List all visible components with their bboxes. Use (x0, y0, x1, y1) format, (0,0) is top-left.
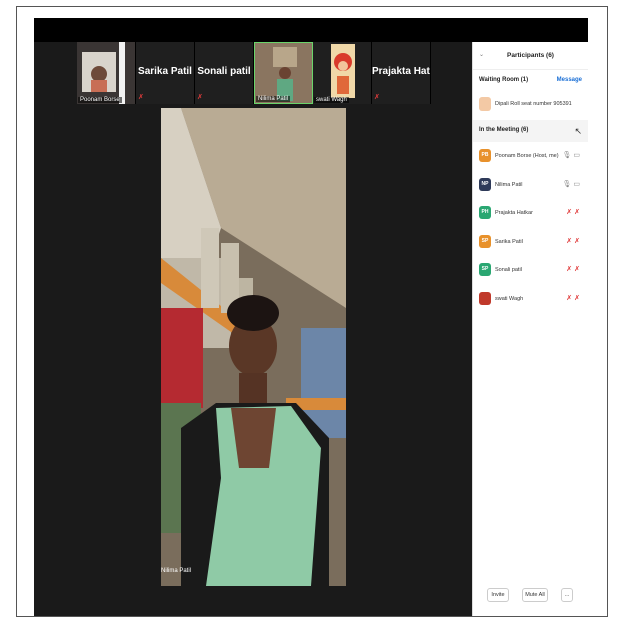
avatar: PB (479, 149, 491, 162)
invite-button[interactable]: Invite (487, 588, 509, 602)
avatar (479, 291, 491, 305)
participant-name: Sonali patil (495, 267, 522, 273)
mic-camera-icons[interactable]: 🎙▭ (562, 180, 582, 188)
participant-name: Sarika Patil (495, 238, 523, 245)
avatar: PH (479, 206, 491, 219)
participant-name: Prajakta Hatkar (495, 210, 533, 216)
video-thumbnail (77, 42, 135, 104)
tile-prajakta-hatkar[interactable]: Prajakta Hatkar ✗ (372, 42, 431, 104)
in-meeting-header[interactable]: In the Meeting (6) ↖ (473, 120, 588, 142)
participant-row[interactable]: SP Sonali patil ✗✗ (473, 256, 588, 285)
participants-panel: ⌄ Participants (6) Waiting Room (1) Mess… (472, 42, 588, 616)
mic-camera-muted-icons[interactable]: ✗✗ (566, 294, 582, 302)
video-thumbnail (255, 43, 312, 103)
mute-all-button[interactable]: Mute All (522, 588, 548, 602)
participant-name: Nilima Patil (495, 181, 523, 188)
tile-nilima-patil[interactable]: Nilima Patil (254, 42, 313, 104)
tile-name-label: Poonam Borse (78, 97, 122, 103)
participant-row[interactable]: PH Prajakta Hatkar ✗✗ (473, 199, 588, 228)
participant-name: Poonam Borse (Host, me) (495, 153, 559, 159)
mouse-cursor-icon: ↖ (574, 126, 582, 136)
speaker-video-frame (161, 108, 346, 586)
tile-name-label: Sonali patil (197, 66, 251, 77)
tile-name-label: Sarika Patil (138, 66, 192, 77)
tile-poonam-borse[interactable]: Poonam Borse (77, 42, 136, 104)
more-button[interactable]: ... (561, 588, 573, 602)
mic-camera-muted-icons[interactable]: ✗✗ (566, 265, 582, 273)
avatar (479, 97, 491, 111)
panel-footer: Invite Mute All ... (473, 586, 588, 606)
participant-row[interactable]: SP Sarika Patil ✗✗ (473, 228, 588, 257)
participant-row[interactable]: NP Nilima Patil 🎙▭ (473, 171, 588, 200)
mic-muted-icon: ✗ (138, 94, 144, 101)
mic-camera-icons[interactable]: 🎙▭ (562, 151, 582, 159)
tile-swati-wagh[interactable]: swati Wagh (313, 42, 372, 104)
waiting-participant[interactable]: Dipali Roll seat number 905391 (473, 90, 588, 120)
participant-row[interactable]: PB Poonam Borse (Host, me) 🎙▭ (473, 142, 588, 171)
waiting-room-header[interactable]: Waiting Room (1) Message (473, 70, 588, 90)
speaker-name-label: Nilima Patil (161, 568, 192, 574)
mic-camera-muted-icons[interactable]: ✗✗ (566, 237, 582, 245)
avatar: NP (479, 177, 491, 191)
tile-name-label: swati Wagh (314, 97, 349, 103)
waiting-room-label: Waiting Room (1) (479, 77, 529, 83)
mic-muted-icon: ✗ (374, 94, 380, 101)
panel-title: Participants (6) (507, 52, 554, 59)
meeting-window: Poonam Borse Sarika Patil ✗ Sonali patil… (34, 18, 588, 616)
participant-name: swati Wagh (495, 295, 524, 302)
tile-sonali-patil[interactable]: Sonali patil ✗ (195, 42, 254, 104)
tile-sarika-patil[interactable]: Sarika Patil ✗ (136, 42, 195, 104)
active-speaker-video[interactable]: Nilima Patil (161, 108, 346, 586)
avatar: SP (479, 234, 491, 248)
participant-tile-strip: Poonam Borse Sarika Patil ✗ Sonali patil… (77, 42, 431, 104)
tile-name-label: Prajakta Hatkar (372, 66, 430, 77)
panel-header: ⌄ Participants (6) (473, 42, 588, 70)
message-button[interactable]: Message (557, 77, 582, 83)
mic-muted-icon: ✗ (197, 94, 203, 101)
participant-row[interactable]: swati Wagh ✗✗ (473, 285, 588, 314)
in-meeting-label: In the Meeting (6) (479, 127, 529, 133)
video-area: Poonam Borse Sarika Patil ✗ Sonali patil… (34, 42, 472, 616)
mic-camera-muted-icons[interactable]: ✗✗ (566, 208, 582, 216)
video-thumbnail (313, 42, 371, 104)
waiting-participant-name: Dipali Roll seat number 905391 (495, 101, 572, 107)
tile-name-label: Nilima Patil (256, 96, 291, 102)
avatar: SP (479, 263, 491, 276)
